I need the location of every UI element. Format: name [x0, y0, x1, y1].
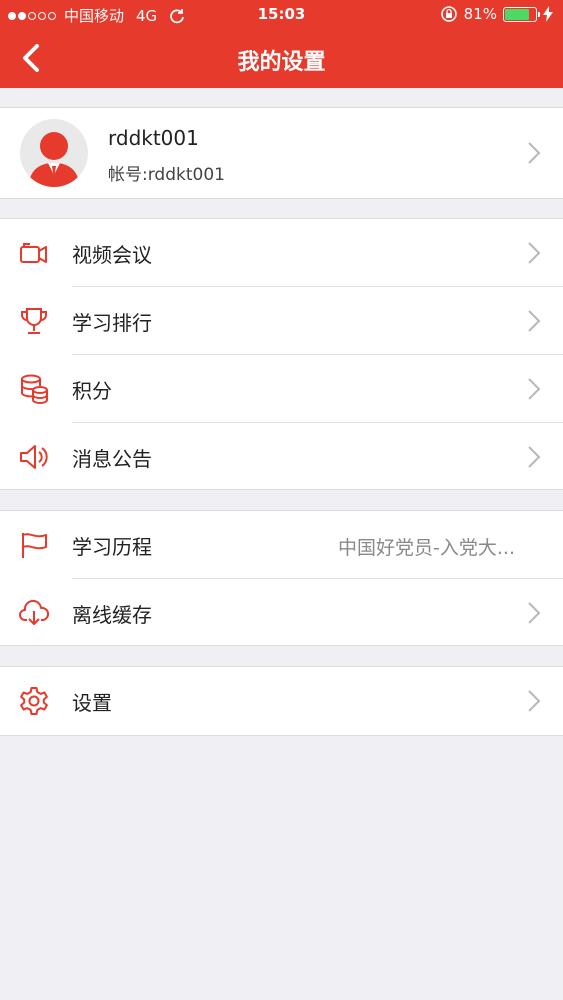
chevron-right-icon: [528, 446, 541, 468]
menu-group-3: 设置: [0, 666, 563, 736]
speaker-icon: [20, 445, 48, 469]
menu-item-label: 消息公告: [72, 447, 152, 471]
menu-item-announcements[interactable]: 消息公告: [0, 423, 563, 491]
menu-item-points[interactable]: 积分: [0, 355, 563, 423]
battery-icon: [503, 6, 540, 22]
menu-item-study-ranking[interactable]: 学习排行: [0, 287, 563, 355]
coins-icon: [21, 374, 48, 404]
charging-icon: [543, 6, 553, 22]
profile-name: rddkt001: [108, 126, 199, 150]
menu-item-label: 离线缓存: [72, 603, 152, 627]
battery-percent: 81%: [463, 5, 497, 23]
menu-item-study-history[interactable]: 学习历程 中国好党员-入党大...: [0, 511, 563, 579]
menu-group-1: 视频会议 学习排行 积分 消息公告: [0, 218, 563, 490]
menu-item-label: 学习排行: [72, 311, 152, 335]
chevron-right-icon: [528, 310, 541, 332]
status-right: 81%: [440, 5, 553, 23]
chevron-right-icon: [528, 378, 541, 400]
profile-account: 帐号:rddkt001: [108, 165, 225, 185]
rotation-lock-icon: [440, 6, 457, 22]
current-course-value: 中国好党员-入党大...: [338, 537, 515, 559]
menu-item-video-meeting[interactable]: 视频会议: [0, 219, 563, 287]
flag-icon: [22, 533, 47, 558]
avatar: [20, 119, 88, 187]
menu-item-offline-cache[interactable]: 离线缓存: [0, 579, 563, 647]
trophy-icon: [21, 308, 47, 334]
user-avatar-icon: [28, 132, 80, 187]
menu-group-2: 学习历程 中国好党员-入党大... 离线缓存: [0, 510, 563, 646]
chevron-right-icon: [528, 690, 541, 712]
status-bar: 中国移动 4G 15:03 81%: [0, 0, 563, 30]
page-title: 我的设置: [237, 50, 326, 75]
video-camera-icon: [20, 243, 47, 263]
cloud-download-icon: [19, 599, 50, 625]
chevron-right-icon: [528, 602, 541, 624]
profile-card[interactable]: rddkt001 帐号:rddkt001: [0, 107, 563, 199]
chevron-right-icon: [528, 242, 541, 264]
navigation-bar: 我的设置: [0, 30, 563, 88]
menu-item-settings[interactable]: 设置: [0, 667, 563, 735]
menu-item-label: 设置: [72, 691, 112, 715]
menu-item-label: 学习历程: [72, 535, 152, 559]
app-header: 中国移动 4G 15:03 81% 我的设置: [0, 0, 563, 88]
gear-icon: [20, 687, 48, 715]
menu-item-label: 视频会议: [72, 243, 152, 267]
menu-item-label: 积分: [72, 379, 112, 403]
chevron-right-icon: [528, 142, 541, 164]
